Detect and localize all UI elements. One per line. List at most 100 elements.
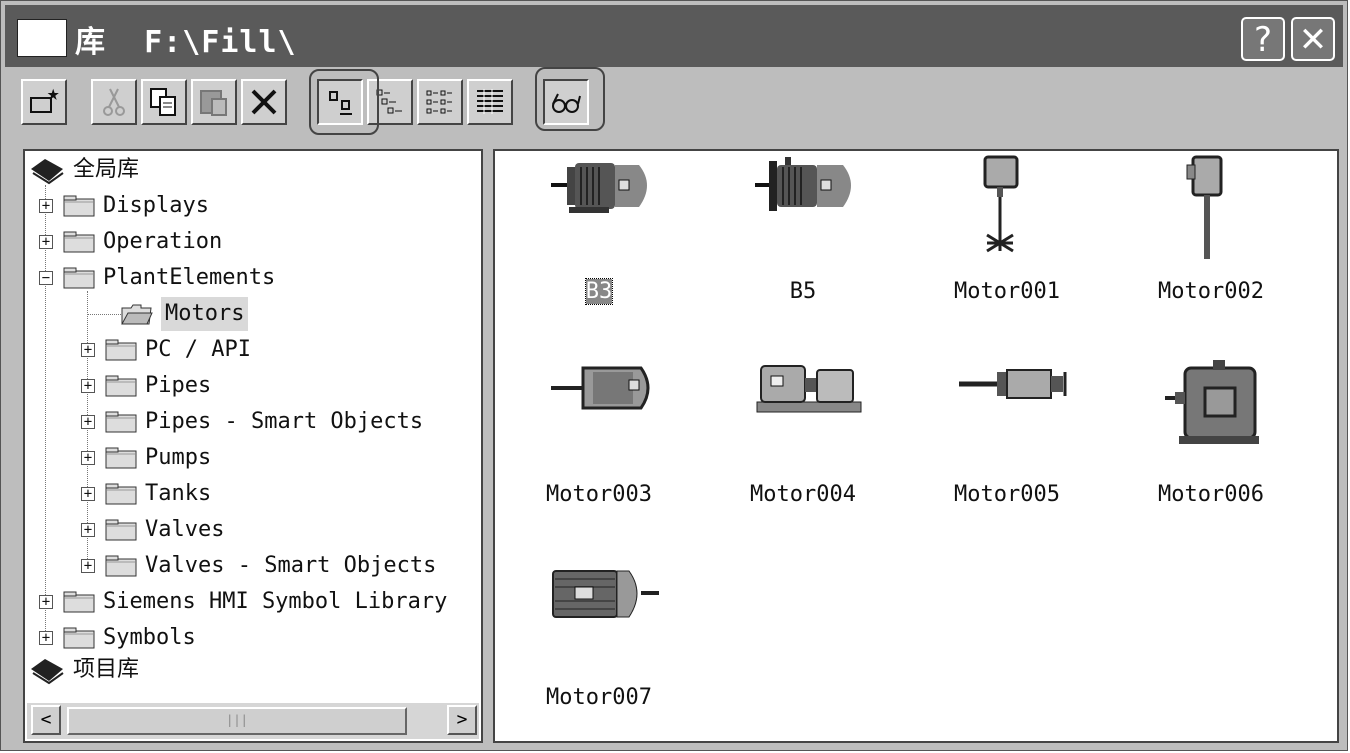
tree-item-label: PlantElements: [103, 265, 276, 290]
expand-toggle-icon[interactable]: +: [81, 343, 95, 357]
library-tree-pane: 全局库 + Displays + Operation − PlantElements Mot…: [23, 149, 483, 743]
expand-toggle-icon[interactable]: +: [81, 379, 95, 393]
agitator-motor-icon: [983, 155, 1019, 253]
folder-icon: [105, 339, 137, 361]
tree-line: [45, 185, 46, 635]
list-view-button[interactable]: [417, 79, 463, 125]
object-label: Motor007: [546, 685, 652, 710]
expand-toggle-icon[interactable]: −: [39, 271, 53, 285]
tree-item-label: Symbols: [103, 625, 196, 650]
library-object-motor002[interactable]: Motor002: [1111, 155, 1311, 345]
folder-icon: [105, 447, 137, 469]
folder-icon: [105, 483, 137, 505]
horizontal-scrollbar[interactable]: < ||| >: [27, 703, 479, 739]
sparkle-folder-icon: [30, 88, 59, 113]
close-icon: ✕: [1298, 20, 1328, 60]
motor-pump-skid-icon: [756, 365, 862, 413]
object-label: Motor002: [1158, 279, 1264, 304]
grip-icon: |||: [226, 713, 248, 727]
window-title: 库 F:\Fill\: [75, 17, 297, 61]
motor-b5-icon: [755, 157, 851, 211]
window-path: F:\Fill\: [144, 25, 297, 60]
folder-icon: [105, 555, 137, 577]
chevron-right-icon: >: [456, 709, 468, 730]
vertical-motor-icon: [1186, 155, 1223, 259]
tree-item-label: Pumps: [145, 445, 212, 470]
folder-open-icon: [121, 304, 153, 325]
tree-line: [87, 314, 121, 315]
library-object-b5[interactable]: B5: [703, 155, 903, 345]
expand-toggle-icon[interactable]: +: [39, 235, 53, 249]
window-icon: [17, 19, 67, 57]
small-motor-icon: [959, 369, 1067, 399]
new-object-button[interactable]: [21, 79, 67, 125]
expand-toggle-icon[interactable]: +: [81, 523, 95, 537]
tree-root-project-label: 项目库: [73, 657, 140, 682]
tree-item-label: Siemens HMI Symbol Library: [103, 589, 448, 614]
library-object-motor004[interactable]: Motor004: [703, 358, 903, 548]
expand-toggle-icon[interactable]: +: [81, 559, 95, 573]
library-object-motor007[interactable]: Motor007: [499, 561, 699, 741]
folder-icon: [63, 231, 95, 253]
highlight-ring-view: [309, 69, 379, 135]
library-object-b3[interactable]: B3: [499, 155, 699, 345]
tree-item-label: Pipes: [145, 373, 212, 398]
tree-item-label: Pipes - Smart Objects: [145, 409, 424, 434]
library-object-motor001[interactable]: Motor001: [907, 155, 1107, 345]
scroll-left-button[interactable]: <: [31, 705, 61, 735]
folder-icon: [105, 375, 137, 397]
help-button[interactable]: ?: [1241, 17, 1285, 61]
object-label: Motor004: [750, 482, 856, 507]
expand-toggle-icon[interactable]: +: [39, 631, 53, 645]
close-button[interactable]: ✕: [1291, 17, 1335, 61]
help-icon: ?: [1253, 20, 1273, 60]
cut-button[interactable]: [91, 79, 137, 125]
finned-motor-icon: [552, 570, 659, 618]
motor-b3-icon: [551, 163, 647, 213]
tree-item-label: Operation: [103, 229, 223, 254]
library-object-motor003[interactable]: Motor003: [499, 358, 699, 548]
highlight-ring-preview: [535, 67, 605, 131]
folder-icon: [63, 627, 95, 649]
object-label: Motor005: [954, 482, 1060, 507]
object-label: B5: [789, 279, 817, 304]
folder-icon: [105, 411, 137, 433]
delete-button[interactable]: [241, 79, 287, 125]
copy-button[interactable]: [141, 79, 187, 125]
library-object-motor006[interactable]: Motor006: [1111, 358, 1311, 548]
paste-icon: [200, 90, 227, 116]
tree-item-label: Tanks: [145, 481, 212, 506]
object-label: Motor001: [954, 279, 1060, 304]
object-label: Motor006: [1158, 482, 1264, 507]
object-view-pane: B3 B5 Motor001 Motor002 Motor003 Motor004 Moto…: [493, 149, 1339, 743]
list-icon: [426, 90, 452, 114]
details-view-button[interactable]: [467, 79, 513, 125]
expand-toggle-icon[interactable]: +: [81, 487, 95, 501]
shaft-motor-icon: [551, 366, 650, 410]
object-label: B3: [584, 278, 614, 305]
folder-icon: [63, 267, 95, 289]
tree-item-label: Valves - Smart Objects: [145, 553, 437, 578]
expand-toggle-icon[interactable]: +: [81, 451, 95, 465]
tree-item-label: PC / API: [145, 337, 251, 362]
book-icon: [31, 159, 64, 185]
folder-icon: [63, 195, 95, 217]
expand-toggle-icon[interactable]: +: [39, 595, 53, 609]
tree-item-label: Valves: [145, 517, 225, 542]
folder-icon: [105, 519, 137, 541]
scroll-right-button[interactable]: >: [447, 705, 477, 735]
expand-toggle-icon[interactable]: +: [81, 415, 95, 429]
paste-button[interactable]: [191, 79, 237, 125]
expand-toggle-icon[interactable]: +: [39, 199, 53, 213]
details-icon: [477, 89, 503, 114]
scroll-thumb[interactable]: |||: [67, 707, 407, 735]
delete-x-icon: [251, 89, 277, 115]
tree-item-label: Displays: [103, 193, 209, 218]
window-title-char: 库: [75, 25, 106, 60]
book-icon: [31, 659, 64, 685]
large-motor-icon: [1165, 360, 1259, 444]
tree-item-label: Motors: [161, 297, 249, 331]
library-object-motor005[interactable]: Motor005: [907, 358, 1107, 548]
chevron-left-icon: <: [40, 709, 52, 730]
title-bar: 库 F:\Fill\ ? ✕: [5, 5, 1343, 67]
